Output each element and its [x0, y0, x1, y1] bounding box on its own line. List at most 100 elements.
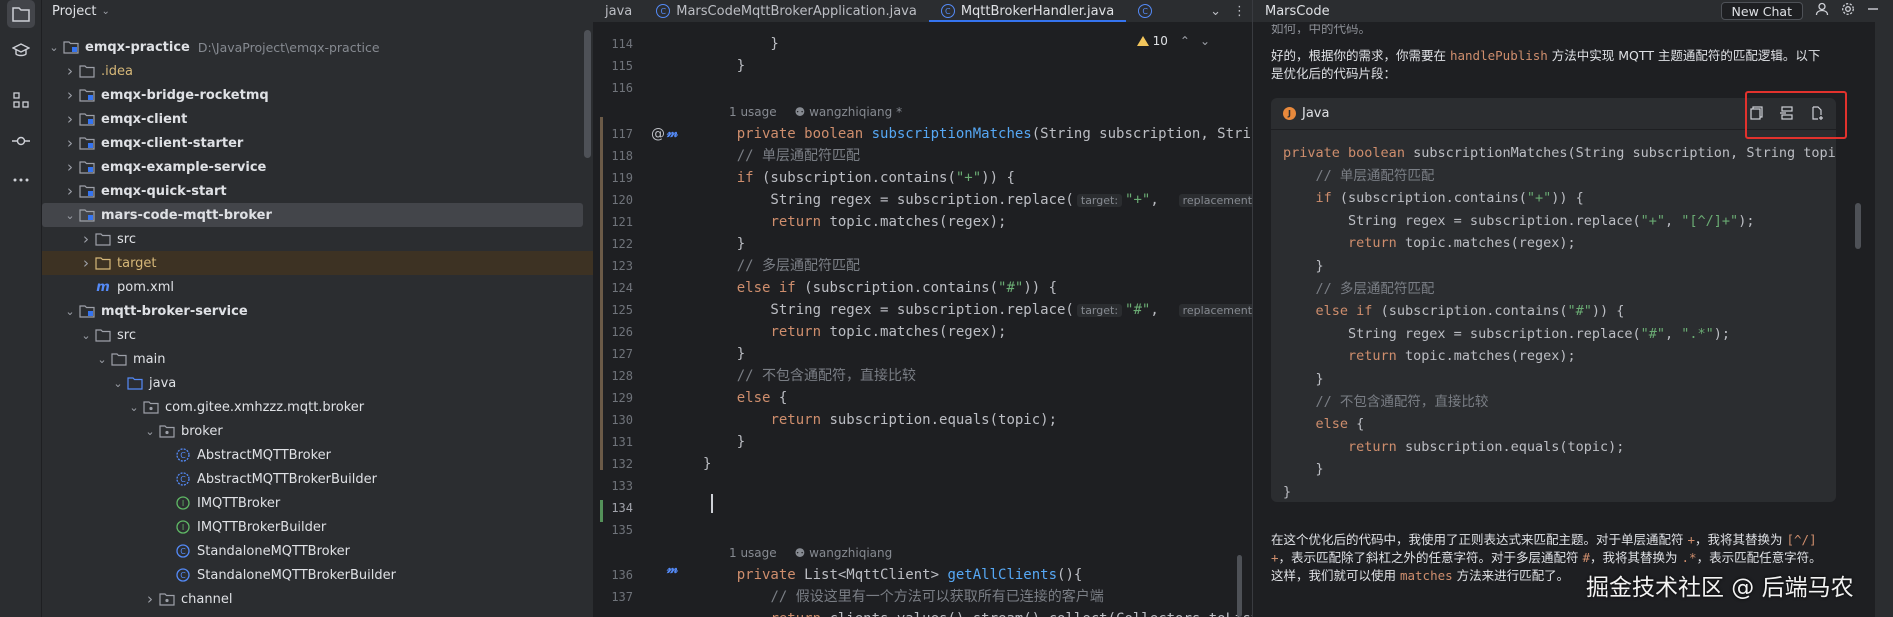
line-number: 122 [611, 237, 633, 251]
tree-item[interactable]: › emqx-example-service [42, 155, 593, 179]
chevron-down-icon[interactable]: ⌄ [62, 305, 78, 318]
chevron-right-icon[interactable]: › [78, 230, 94, 248]
tree-item-label: emqx-practice [85, 39, 190, 55]
chevron-down-icon[interactable]: ⌄ [78, 329, 94, 342]
chevron-right-icon[interactable]: › [62, 62, 78, 80]
chevron-down-icon[interactable]: ⌄ [101, 6, 109, 17]
chevron-right-icon[interactable]: › [62, 182, 78, 200]
usage-count[interactable]: 1 usage [729, 546, 777, 560]
tree-item[interactable]: › emqx-quick-start [42, 179, 593, 203]
code-line: return clients.values().stream().collect… [703, 608, 1252, 617]
project-header[interactable]: Project ⌄ [42, 0, 593, 22]
tree-item[interactable]: C StandaloneMQTTBroker [42, 539, 593, 563]
code-block-line: } [1283, 258, 1324, 274]
tree-item[interactable]: › src [42, 227, 593, 251]
tree-item[interactable]: ⌄ java [42, 371, 593, 395]
chevron-down-icon[interactable]: ⌄ [142, 425, 158, 438]
tree-item[interactable]: › emqx-bridge-rocketmq [42, 83, 593, 107]
tree-item[interactable]: I IMQTTBroker [42, 491, 593, 515]
line-number: 114 [611, 37, 633, 51]
chevron-down-icon[interactable]: ⌄ [94, 353, 110, 366]
code-line: } [703, 236, 746, 252]
tree-item[interactable]: m pom.xml [42, 275, 593, 299]
code-block-line: } [1283, 371, 1324, 387]
tree-item[interactable]: C AbstractMQTTBroker [42, 443, 593, 467]
module-icon [62, 39, 80, 55]
tab-list-chevron-icon[interactable]: ⌄ [1210, 4, 1221, 19]
java-icon: J [1283, 107, 1296, 120]
tree-item-label: AbstractMQTTBrokerBuilder [197, 471, 377, 487]
tree-item[interactable]: I IMQTTBrokerBuilder [42, 515, 593, 539]
chevron-down-icon[interactable]: ⌄ [46, 41, 62, 54]
tree-item[interactable]: ⌄ main [42, 347, 593, 371]
code-block-line: // 多层通配符匹配 [1283, 280, 1435, 297]
line-number: 118 [611, 149, 633, 163]
commit-icon[interactable] [7, 127, 35, 155]
usage-hint[interactable]: 1 usage ⚉ wangzhiqiang [729, 546, 892, 560]
new-chat-button[interactable]: New Chat [1720, 2, 1803, 20]
chevron-right-icon[interactable]: › [62, 86, 78, 104]
chevron-right-icon[interactable]: › [78, 254, 94, 272]
project-scrollbar[interactable] [584, 30, 591, 158]
tree-item[interactable]: › emqx-client [42, 107, 593, 131]
tree-item[interactable]: › .idea [42, 59, 593, 83]
marscode-scrollbar[interactable] [1855, 203, 1861, 249]
tree-item-label: emqx-example-service [101, 159, 267, 175]
watermark-text: 掘金技术社区 @ 后端马农 [1586, 575, 1854, 601]
tool-window-strip [0, 0, 42, 617]
svg-text:C: C [180, 475, 186, 484]
svg-text:I: I [182, 499, 184, 508]
line-number: 128 [611, 369, 633, 383]
editor-scrollbar[interactable] [1237, 555, 1242, 617]
usage-count[interactable]: 1 usage [729, 105, 777, 119]
tree-item-label: mqtt-broker-service [101, 303, 248, 319]
tree-item[interactable]: ⌄ mars-code-mqtt-broker [42, 203, 583, 227]
tree-item[interactable]: › target [42, 251, 593, 275]
minimize-icon[interactable] [1867, 3, 1879, 19]
chevron-right-icon[interactable]: › [62, 158, 78, 176]
tree-item-label: pom.xml [117, 279, 174, 295]
tree-item[interactable]: ⌄ src [42, 323, 593, 347]
chat-intro-text: 好的，根据你的需求，你需要在 handlePublish 方法中实现 MQTT … [1271, 48, 1821, 81]
tree-item[interactable]: › emqx-client-starter [42, 131, 593, 155]
marscode-gutter-icon[interactable]: 𝓂 [667, 126, 678, 141]
editor-tab-overflow[interactable]: C [1126, 0, 1170, 22]
tree-item[interactable]: ⌄ com.gitee.xmhzzz.mqtt.broker [42, 395, 593, 419]
structure-icon[interactable] [7, 86, 35, 114]
tree-item-label: main [133, 351, 166, 367]
code-line: private boolean subscriptionMatches(Stri… [736, 126, 1252, 142]
tree-item-label: emqx-quick-start [101, 183, 227, 199]
svg-text:I: I [182, 523, 184, 532]
user-icon[interactable] [1815, 2, 1829, 20]
tree-item[interactable]: C AbstractMQTTBrokerBuilder [42, 467, 593, 491]
gear-icon[interactable] [1841, 2, 1855, 20]
chevron-right-icon[interactable]: › [62, 110, 78, 128]
code-block-line: return topic.matches(regex); [1348, 235, 1576, 252]
project-folder-icon[interactable] [7, 0, 35, 28]
usage-hint[interactable]: 1 usage ⚉ wangzhiqiang * [729, 105, 902, 119]
module-icon [78, 303, 96, 319]
chat-message-cut: 如何，中的代码。 [1271, 24, 1372, 34]
chevron-right-icon[interactable]: › [142, 590, 158, 608]
code-line: else { [736, 390, 788, 406]
tree-item[interactable]: › channel [42, 587, 593, 611]
code-area[interactable]: } } 1 usage ⚉ wangzhiqiang * private boo… [703, 22, 1252, 617]
tree-item[interactable]: ⌄ broker [42, 419, 593, 443]
line-number: 135 [611, 523, 633, 537]
class-icon: C [174, 567, 192, 583]
tree-item[interactable]: ⌄ mqtt-broker-service [42, 299, 593, 323]
learn-icon[interactable] [7, 36, 35, 64]
chevron-down-icon[interactable]: ⌄ [126, 401, 142, 414]
chevron-right-icon[interactable]: › [62, 134, 78, 152]
editor-tab[interactable]: java [593, 0, 644, 22]
marscode-gutter-icon[interactable]: 𝓂 [667, 562, 678, 577]
more-icon[interactable] [7, 166, 35, 194]
tree-item[interactable]: C StandaloneMQTTBrokerBuilder [42, 563, 593, 587]
tree-item[interactable]: ⌄ emqx-practice D:\JavaProject\emqx-practi… [42, 35, 593, 59]
annotation-at-icon[interactable]: @ [651, 126, 665, 142]
editor-tab[interactable]: C MarsCodeMqttBrokerApplication.java [644, 0, 929, 22]
chevron-down-icon[interactable]: ⌄ [62, 209, 78, 222]
chevron-down-icon[interactable]: ⌄ [110, 377, 126, 390]
editor-tab[interactable]: C MqttBrokerHandler.java [928, 0, 1127, 22]
more-options-icon[interactable]: ⋮ [1233, 4, 1246, 19]
